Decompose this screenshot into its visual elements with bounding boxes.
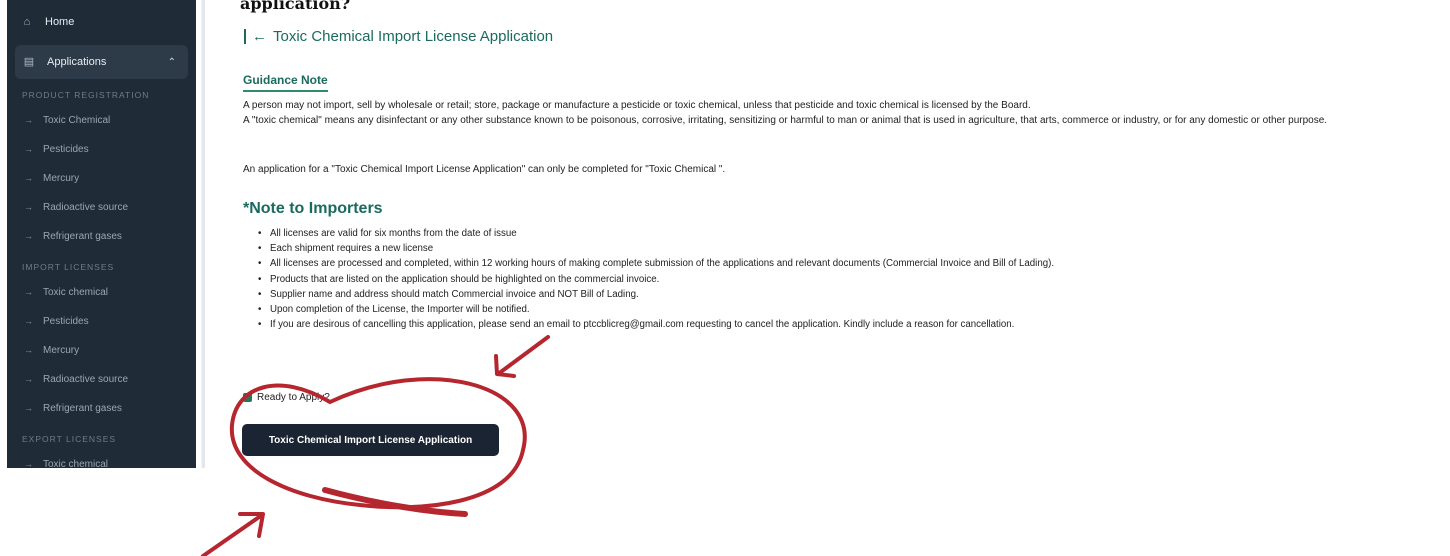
- arrow-right-icon: →: [24, 287, 33, 297]
- guidance-heading: Guidance Note: [243, 73, 328, 92]
- list-item: Products that are listed on the applicat…: [260, 272, 1054, 287]
- guidance-paragraph: A person may not import, sell by wholesa…: [243, 100, 1031, 111]
- page-heading-fragment: application?: [240, 0, 351, 13]
- title-accent-bar: [244, 29, 246, 44]
- annotation-arrow-lower: [201, 512, 265, 556]
- list-item: If you are desirous of cancelling this a…: [260, 317, 1054, 332]
- sidebar-item-label: Mercury: [43, 173, 80, 184]
- sidebar-item-label: Refrigerant gases: [43, 403, 122, 414]
- sidebar-item-label: Mercury: [43, 345, 80, 356]
- back-arrow-icon[interactable]: ←: [252, 28, 267, 45]
- guidance-paragraph: An application for a "Toxic Chemical Imp…: [243, 164, 726, 175]
- sidebar-item-product-pesticides[interactable]: → Pesticides: [7, 135, 196, 164]
- arrow-right-icon: →: [24, 231, 33, 241]
- sidebar-item-import-refrigerant-gases[interactable]: → Refrigerant gases: [7, 394, 196, 423]
- notes-list: All licenses are valid for six months fr…: [260, 226, 1054, 332]
- sidebar-item-product-radioactive-source[interactable]: → Radioactive source: [7, 193, 196, 222]
- sidebar-item-label: Home: [45, 16, 75, 28]
- sidebar-item-home[interactable]: ⌂ Home: [7, 2, 196, 42]
- list-item: Supplier name and address should match C…: [260, 287, 1054, 302]
- home-icon: ⌂: [23, 16, 31, 28]
- sidebar-item-import-radioactive-source[interactable]: → Radioactive source: [7, 365, 196, 394]
- annotation-arrow-upper: [494, 335, 550, 378]
- sidebar-section-title: EXPORT LICENSES: [22, 434, 117, 444]
- arrow-right-icon: →: [24, 345, 33, 355]
- sidebar-item-label: Toxic Chemical: [43, 115, 111, 126]
- list-item: All licenses are valid for six months fr…: [260, 226, 1054, 241]
- arrow-right-icon: →: [24, 144, 33, 154]
- arrow-right-icon: →: [24, 115, 33, 125]
- sidebar-item-import-toxic-chemical[interactable]: → Toxic chemical: [7, 278, 196, 307]
- chevron-up-icon: ⌃: [167, 56, 176, 68]
- arrow-right-icon: →: [24, 316, 33, 326]
- sidebar-item-label: Pesticides: [43, 316, 89, 327]
- guidance-paragraph: A "toxic chemical" means any disinfectan…: [243, 115, 1328, 126]
- sidebar-item-export-toxic-chemical[interactable]: → Toxic chemical: [7, 450, 196, 468]
- arrow-right-icon: →: [24, 459, 33, 468]
- sidebar-item-label: Toxic chemical: [43, 287, 109, 298]
- sidebar-section-title: PRODUCT REGISTRATION: [22, 90, 150, 100]
- sidebar-item-product-mercury[interactable]: → Mercury: [7, 164, 196, 193]
- list-item: All licenses are processed and completed…: [260, 256, 1054, 271]
- apply-button[interactable]: Toxic Chemical Import License Applicatio…: [242, 424, 499, 456]
- arrow-right-icon: →: [24, 202, 33, 212]
- note-heading: *Note to Importers: [243, 200, 383, 217]
- arrow-right-icon: →: [24, 403, 33, 413]
- page-title-row: ← Toxic Chemical Import License Applicat…: [244, 28, 553, 45]
- page-title: Toxic Chemical Import License Applicatio…: [273, 28, 554, 45]
- sidebar-item-product-refrigerant-gases[interactable]: → Refrigerant gases: [7, 222, 196, 251]
- sidebar-item-label: Toxic chemical: [43, 459, 109, 468]
- sidebar: ⌂ Home ▤ Applications ⌃ PRODUCT REGISTRA…: [7, 0, 196, 468]
- sidebar-item-label: Pesticides: [43, 144, 89, 155]
- sidebar-item-applications[interactable]: ▤ Applications ⌃: [15, 45, 188, 79]
- checkbox-checked-icon[interactable]: ✓: [243, 393, 252, 402]
- document-icon: ▤: [23, 56, 35, 68]
- arrow-right-icon: →: [24, 374, 33, 384]
- list-item: Upon completion of the License, the Impo…: [260, 302, 1054, 317]
- sidebar-item-import-pesticides[interactable]: → Pesticides: [7, 307, 196, 336]
- sidebar-item-label: Radioactive source: [43, 202, 129, 213]
- ready-to-apply-checkbox[interactable]: ✓ Ready to Apply?: [243, 392, 330, 403]
- sidebar-item-product-toxic-chemical[interactable]: → Toxic Chemical: [7, 106, 196, 135]
- ready-to-apply-label: Ready to Apply?: [257, 392, 330, 403]
- scrollbar[interactable]: [201, 0, 205, 468]
- sidebar-item-label: Applications: [47, 56, 107, 68]
- arrow-right-icon: →: [24, 173, 33, 183]
- sidebar-item-import-mercury[interactable]: → Mercury: [7, 336, 196, 365]
- sidebar-item-label: Radioactive source: [43, 374, 129, 385]
- sidebar-section-title: IMPORT LICENSES: [22, 262, 115, 272]
- sidebar-item-label: Refrigerant gases: [43, 231, 122, 242]
- list-item: Each shipment requires a new license: [260, 241, 1054, 256]
